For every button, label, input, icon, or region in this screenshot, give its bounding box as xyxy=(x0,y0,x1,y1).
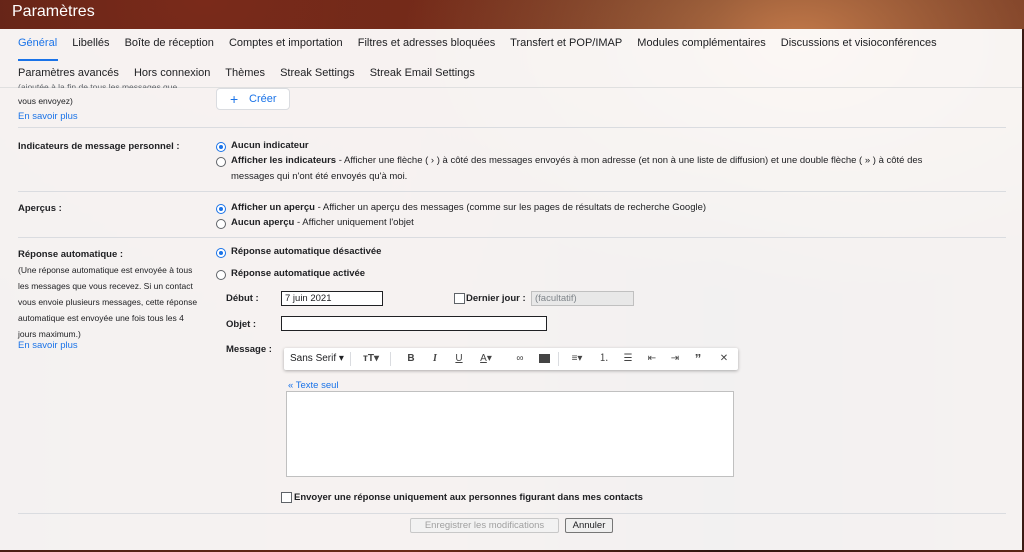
auto-reply-desc-4: automatique est envoyée une fois tous le… xyxy=(18,313,184,323)
contacts-only-label: Envoyer une réponse uniquement aux perso… xyxy=(294,492,643,503)
subject-input[interactable] xyxy=(281,316,547,331)
tab-filters[interactable]: Filtres et adresses bloquées xyxy=(358,37,496,49)
auto-reply-off-label: Réponse automatique désactivée xyxy=(231,246,382,257)
font-name: Sans Serif xyxy=(290,353,337,364)
bulleted-list-icon[interactable]: ☰ xyxy=(620,352,636,366)
text-color-icon[interactable]: A▾ xyxy=(474,352,498,366)
divider xyxy=(18,513,1006,514)
tab-addons[interactable]: Modules complémentaires xyxy=(637,37,765,49)
tabs-row-1: Général Libellés Boîte de réception Comp… xyxy=(18,37,949,57)
cancel-button[interactable]: Annuler xyxy=(565,518,613,533)
contacts-only-checkbox[interactable] xyxy=(281,492,292,503)
bold-icon[interactable]: B xyxy=(404,352,418,366)
toolbar-divider xyxy=(390,352,391,366)
tab-chat-meet[interactable]: Discussions et visioconférences xyxy=(781,37,937,49)
page-title: Paramètres xyxy=(12,3,95,20)
tab-accounts[interactable]: Comptes et importation xyxy=(229,37,343,49)
message-label: Message : xyxy=(226,344,272,355)
auto-reply-label: Réponse automatique : xyxy=(18,249,124,260)
show-preview-label: Afficher un aperçu xyxy=(231,202,315,213)
link-icon[interactable]: ∞ xyxy=(512,352,528,366)
save-changes-button[interactable]: Enregistrer les modifications xyxy=(410,518,559,533)
auto-reply-on-radio[interactable] xyxy=(216,270,226,280)
divider xyxy=(18,191,1006,192)
auto-reply-learn-more-link[interactable]: En savoir plus xyxy=(18,340,78,351)
indicators-label: Indicateurs de message personnel : xyxy=(18,141,180,152)
plus-icon: + xyxy=(230,91,239,107)
no-preview-desc: - Afficher uniquement l'objet xyxy=(294,217,414,228)
start-date-label: Début : xyxy=(226,293,259,304)
tab-streak-settings[interactable]: Streak Settings xyxy=(280,67,355,79)
tab-advanced[interactable]: Paramètres avancés xyxy=(18,67,119,79)
show-preview-desc: - Afficher un aperçu des messages (comme… xyxy=(314,202,707,213)
tab-labels[interactable]: Libellés xyxy=(72,37,109,49)
divider xyxy=(18,127,1006,128)
signature-desc: vous envoyez) xyxy=(18,96,73,106)
settings-panel: Général Libellés Boîte de réception Comp… xyxy=(0,29,1024,550)
italic-icon[interactable]: I xyxy=(428,352,442,366)
last-day-label: Dernier jour : xyxy=(466,293,526,304)
tab-inbox[interactable]: Boîte de réception xyxy=(125,37,214,49)
auto-reply-on-label: Réponse automatique activée xyxy=(231,268,366,279)
tab-streak-email-settings[interactable]: Streak Email Settings xyxy=(370,67,475,79)
remove-formatting-icon[interactable]: ✕ xyxy=(716,352,732,366)
font-size-icon[interactable]: ᴛT▾ xyxy=(356,352,386,366)
indent-more-icon[interactable]: ⇥ xyxy=(667,352,683,366)
auto-reply-desc-1: (Une réponse automatique est envoyée à t… xyxy=(18,265,193,275)
no-indicator-label: Aucun indicateur xyxy=(231,140,309,151)
toolbar-divider xyxy=(558,352,559,366)
tab-offline[interactable]: Hors connexion xyxy=(134,67,210,79)
tab-themes[interactable]: Thèmes xyxy=(225,67,265,79)
previews-label: Aperçus : xyxy=(18,203,62,214)
chevron-down-icon: ▾ xyxy=(338,353,344,364)
plain-text-link[interactable]: « Texte seul xyxy=(288,380,339,391)
toolbar-divider xyxy=(350,352,351,366)
image-icon[interactable] xyxy=(536,352,552,366)
message-editor[interactable] xyxy=(286,391,734,477)
auto-reply-off-radio[interactable] xyxy=(216,248,226,258)
underline-icon[interactable]: U xyxy=(452,352,466,366)
no-indicator-radio[interactable] xyxy=(216,142,226,152)
active-tab-indicator xyxy=(18,59,58,61)
subject-label: Objet : xyxy=(226,319,257,330)
formatting-toolbar: Sans Serif ▾ ᴛT▾ B I U A▾ ∞ ≡▾ ⒈ ☰ ⇤ ⇥ ”… xyxy=(284,348,738,370)
create-signature-button[interactable]: + Créer xyxy=(216,88,290,110)
numbered-list-icon[interactable]: ⒈ xyxy=(596,352,612,366)
show-indicators-radio[interactable] xyxy=(216,157,226,167)
indent-less-icon[interactable]: ⇤ xyxy=(644,352,660,366)
show-indicators-label: Afficher les indicateurs xyxy=(231,155,337,166)
auto-reply-desc-3: vous envoie plusieurs messages, cette ré… xyxy=(18,297,198,307)
align-icon[interactable]: ≡▾ xyxy=(564,352,590,366)
auto-reply-desc-2: les messages que vous recevez. Si un con… xyxy=(18,281,193,291)
font-family-select[interactable]: Sans Serif ▾ xyxy=(290,352,348,366)
show-preview-radio[interactable] xyxy=(216,204,226,214)
start-date-input[interactable]: 7 juin 2021 xyxy=(281,291,383,306)
divider xyxy=(18,237,1006,238)
no-preview-label: Aucun aperçu xyxy=(231,217,295,228)
signature-desc-cut: (ajoutée à la fin de tous les messages q… xyxy=(18,82,178,88)
no-preview-radio[interactable] xyxy=(216,219,226,229)
show-indicators-desc-2: messages qui n'ont été envoyés qu'à moi. xyxy=(231,171,408,182)
show-indicators-desc: - Afficher une flèche ( › ) à côté des m… xyxy=(336,155,923,166)
last-day-input[interactable]: (facultatif) xyxy=(531,291,634,306)
signature-learn-more-link[interactable]: En savoir plus xyxy=(18,111,78,122)
create-label: Créer xyxy=(249,93,277,105)
tab-forwarding[interactable]: Transfert et POP/IMAP xyxy=(510,37,622,49)
title-bar: Paramètres xyxy=(0,0,1024,29)
quote-icon[interactable]: ” xyxy=(690,352,706,366)
last-day-checkbox[interactable] xyxy=(454,293,465,304)
tab-general[interactable]: Général xyxy=(18,37,57,49)
